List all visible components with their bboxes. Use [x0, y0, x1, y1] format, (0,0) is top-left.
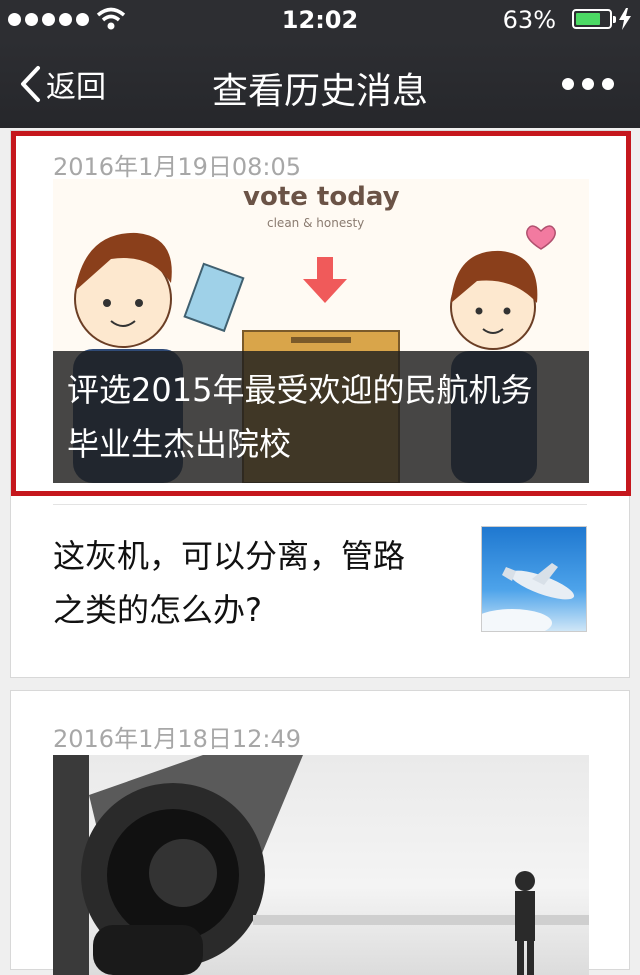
sub-article-title-line-1: 这灰机，可以分离，管路 [53, 537, 406, 575]
status-bar: 12:02 63% [0, 0, 640, 40]
sub-article-title-line-2: 之类的怎么办? [53, 591, 262, 629]
message-date: 2016年1月19日08:05 [53, 153, 302, 181]
svg-text:vote today: vote today [243, 182, 400, 212]
message-card: 2016年1月19日08:05 vote today clean & hones… [10, 130, 631, 678]
article-title-line-2: 毕业生杰出院校 [67, 425, 292, 463]
article-title-overlay[interactable]: 评选2015年最受欢迎的民航机务 毕业生杰出院校 [53, 351, 589, 483]
message-date: 2016年1月18日12:49 [53, 725, 302, 753]
article-title-line-1: 评选2015年最受欢迎的民航机务 [67, 371, 533, 409]
more-options-button[interactable] [562, 78, 614, 90]
divider [53, 504, 587, 505]
svg-text:clean & honesty: clean & honesty [267, 216, 364, 230]
page-title: 查看历史消息 [211, 71, 428, 112]
charging-icon [619, 8, 631, 30]
airplane-thumbnail[interactable] [481, 526, 587, 632]
article-cover-image[interactable]: vote today clean & honesty 评选2015年最受欢迎的民… [53, 179, 589, 483]
article-cover-image[interactable] [53, 755, 589, 975]
message-card: 2016年1月18日12:49 [10, 690, 630, 975]
navigation-bar: 返回 查看历史消息 [0, 40, 640, 128]
sub-article-title[interactable]: 这灰机，可以分离，管路 之类的怎么办? [53, 529, 453, 637]
airplane-image [482, 563, 575, 631]
battery-percentage: 63% [502, 6, 556, 34]
battery-icon [572, 9, 616, 29]
jet-engine-image [53, 755, 589, 975]
